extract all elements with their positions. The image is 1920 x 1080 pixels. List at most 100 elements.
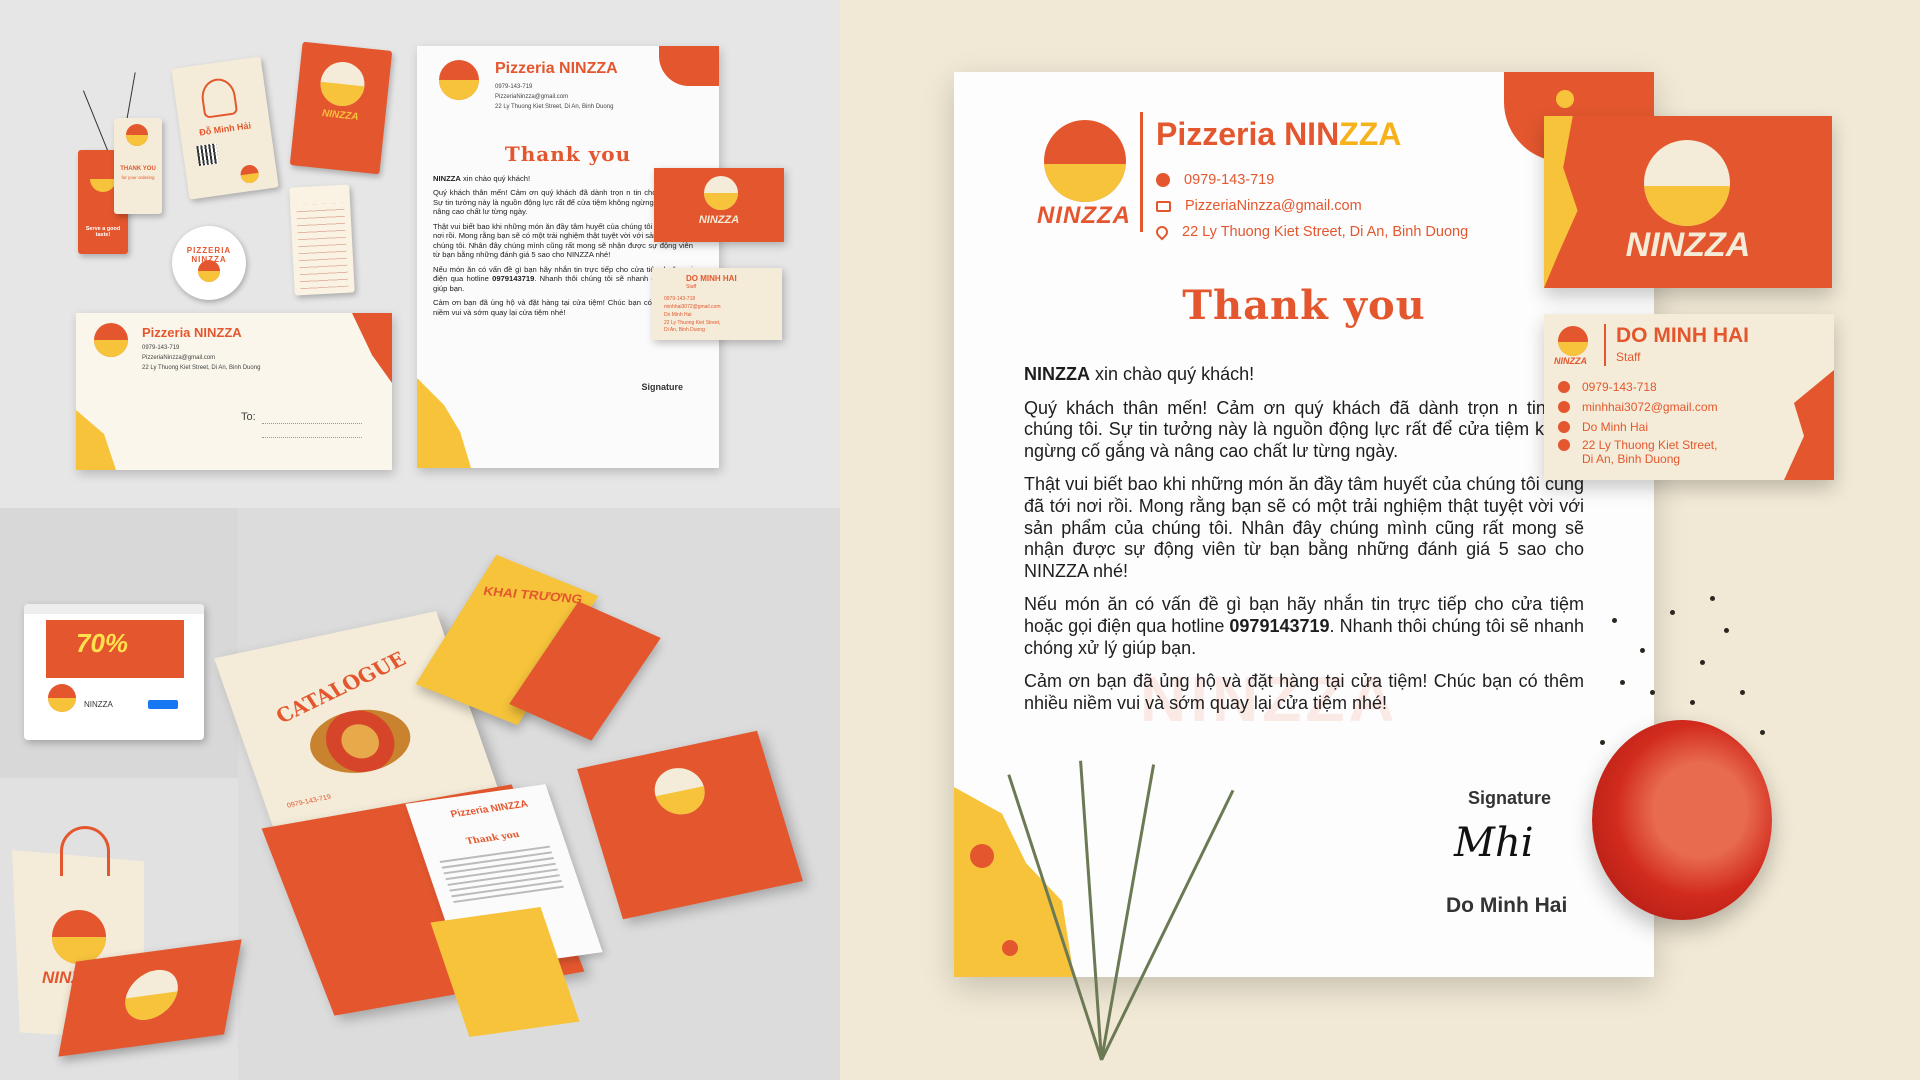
business-card-front: NINZZA: [1544, 116, 1832, 288]
card-facebook-row: Do Minh Hai: [1558, 420, 1648, 434]
envelope: Pizzeria NINZZA 0979-143-719 PizzeriaNin…: [76, 313, 392, 470]
envelope-corner: [352, 313, 392, 383]
mail-icon: [1558, 401, 1570, 413]
card-drip: [1784, 370, 1834, 480]
logo-icon: [1044, 120, 1126, 202]
card-address: Di An, Binh Duong: [664, 327, 705, 333]
flyer-title: KHAI TRƯƠNG: [481, 583, 584, 607]
facebook-cover: 70%: [46, 620, 184, 678]
letter-paragraph: Thật vui biết bao khi những món ăn đầy t…: [1024, 474, 1584, 581]
facebook-page-name: NINZZA: [84, 700, 113, 709]
logo-icon: [90, 166, 116, 192]
envelope-email: PizzeriaNinzza@gmail.com: [142, 355, 216, 361]
contact-phone: 0979-143-719: [1156, 172, 1274, 188]
logo-icon: [52, 910, 106, 964]
qr-icon: [196, 143, 219, 166]
logo-icon: [318, 59, 367, 109]
catalogue-phone: 0979-143-719: [286, 793, 333, 810]
card-divider: [1604, 324, 1606, 366]
envelope-brand: Pizzeria NINZZA: [142, 325, 242, 340]
card-role: Staff: [686, 284, 697, 290]
letter-body: NINZZA xin chào quý khách! Quý khách thâ…: [1024, 364, 1584, 726]
profile-avatar: [48, 684, 76, 712]
phone-icon: [1156, 173, 1170, 187]
envelope-address: 22 Ly Thuong Kiet Street, Di An, Binh Du…: [142, 365, 261, 371]
card-address-row: 22 Ly Thuong Kiet Street, Di An, Binh Duo…: [1558, 438, 1717, 467]
logo-icon: [1644, 140, 1730, 226]
signer-name: Do Minh Hai: [1446, 894, 1568, 917]
like-button[interactable]: [148, 700, 178, 709]
bag-handle: [60, 826, 110, 876]
logo-icon: [121, 966, 183, 1024]
card-phone-row: 0979-143-718: [1558, 380, 1657, 394]
mini-signature-label: Signature: [641, 382, 683, 392]
logo-icon: [439, 60, 479, 100]
notepad-lines: [296, 202, 349, 290]
folder-letter-lines: [439, 845, 566, 907]
letter-paragraph: Nếu món ăn có vấn đề gì bạn hãy nhắn tin…: [1024, 594, 1584, 658]
card-email: minhhai3072@gmail.com: [664, 304, 721, 310]
card-front-word: NINZZA: [1625, 226, 1751, 264]
mini-letter-heading: Thank you: [504, 142, 632, 166]
envelope-phone: 0979-143-719: [142, 345, 180, 351]
folder-letter-heading: Thank you: [465, 830, 522, 848]
envelope-corner: [76, 410, 116, 470]
logo-icon: [126, 124, 148, 146]
letter-paragraph: Cảm ơn bạn đã ủng hộ và đặt hàng tại cửa…: [1024, 671, 1584, 713]
logo-icon: [94, 323, 128, 357]
folder-letter-title: Pizzeria NINZZA: [449, 798, 530, 821]
card-logo-word: NINZZA: [698, 214, 740, 226]
location-pin-icon: [1558, 439, 1570, 451]
signature-mark: Mhi: [1454, 820, 1534, 866]
logo-icon: [1558, 326, 1588, 356]
business-card-front-mockup: NINZZA: [654, 168, 784, 242]
letter-paragraph: Quý khách thân mến! Cảm ơn quý khách đã …: [1024, 397, 1584, 461]
logo-icon: [198, 260, 220, 282]
mini-letter-drip: [417, 378, 471, 468]
name-badge: Đỗ Minh Hải: [171, 56, 279, 200]
discount-text: 70%: [76, 628, 129, 658]
tag-thanks: THANK YOU: [120, 166, 156, 172]
logo-icon: [239, 163, 260, 185]
browser-bar: [24, 604, 204, 614]
mini-letter-address: 22 Ly Thuong Kiet Street, Di An, Binh Du…: [495, 104, 614, 110]
letterhead-mockup: Pizzeria NINZZA 0979-143-719 PizzeriaNin…: [417, 46, 719, 468]
business-card-back: NINZZA DO MINH HAI Staff 0979-143-718 mi…: [1544, 314, 1834, 480]
mail-icon: [1156, 200, 1171, 212]
decor-dot: [1556, 90, 1574, 108]
card-name: DO MINH HAI: [686, 274, 737, 283]
brand-logo: NINZZA: [1034, 120, 1134, 240]
mini-letter-phone: 0979-143-719: [495, 84, 533, 90]
address-line: [262, 437, 362, 438]
card-phone: 0979-143-718: [664, 296, 696, 302]
facebook-icon: [1558, 421, 1570, 433]
mini-letter-drip: [659, 46, 719, 86]
card-address: 22 Ly Thuong Kiet Street,: [664, 320, 721, 326]
phone-icon: [1558, 381, 1570, 393]
round-sticker: PIZZERIA NINZZA: [172, 226, 246, 300]
avatar: [199, 76, 239, 119]
logo-word: NINZZA: [1037, 202, 1131, 229]
badge-name: Đỗ Minh Hải: [198, 120, 252, 138]
tomato-half: [1592, 720, 1772, 920]
location-pin-icon: [1153, 223, 1171, 241]
facebook-page-mockup: 70% NINZZA: [24, 604, 204, 740]
business-card-back-mockup: DO MINH HAI Staff 0979-143-718 minhhai30…: [652, 268, 782, 340]
envelope-to-label: To:: [241, 411, 256, 423]
card-facebook: Do Minh Hai: [664, 312, 692, 318]
mini-letter-email: PizzeriaNinzza@gmail.com: [495, 94, 569, 100]
contact-address: 22 Ly Thuong Kiet Street, Di An, Binh Du…: [1153, 223, 1468, 241]
tag-slogan: Serve a good taste!: [85, 226, 121, 238]
mini-letter-title: Pizzeria NINZZA: [495, 60, 618, 77]
hang-tag-thanks: THANK YOU for your ordering: [114, 118, 162, 214]
signature-label: Signature: [1468, 788, 1552, 808]
rosemary-sprig: [980, 760, 1235, 1061]
card-mini-word: NINZZA: [1554, 356, 1587, 366]
contact-email: PizzeriaNinzza@gmail.com: [1156, 198, 1362, 214]
letter-greeting: NINZZA xin chào quý khách!: [1024, 364, 1255, 384]
header-divider: [1140, 112, 1143, 232]
badge-logo-word: NINZZA: [321, 108, 360, 123]
brand-title: Pizzeria NINZZA: [1156, 116, 1402, 152]
notepad: [289, 184, 355, 296]
logo-icon: [704, 176, 738, 210]
